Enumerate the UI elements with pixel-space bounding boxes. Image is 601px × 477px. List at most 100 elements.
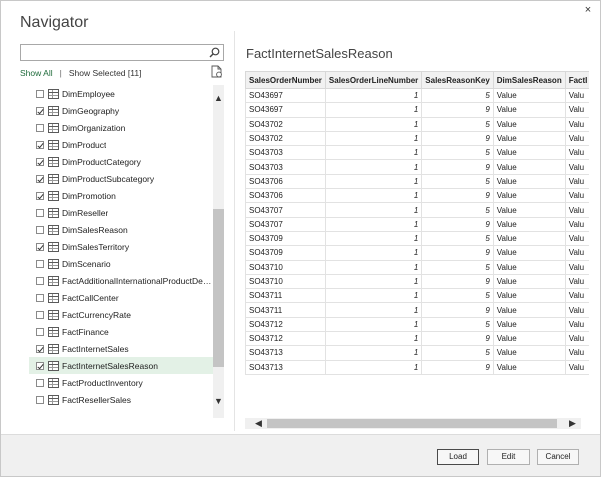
- scroll-up-icon[interactable]: ▲: [213, 93, 224, 104]
- close-icon[interactable]: ×: [581, 3, 595, 17]
- tree-item[interactable]: DimSalesTerritory: [29, 238, 213, 255]
- tree-item[interactable]: DimProduct: [29, 136, 213, 153]
- column-header[interactable]: FactI: [564, 71, 589, 89]
- tree-item-checkbox[interactable]: [36, 259, 44, 268]
- tree-item-label: FactProductInventory: [62, 377, 143, 388]
- tree-item[interactable]: FactResellerSales: [29, 391, 213, 408]
- tree-item[interactable]: FactInternetSalesReason: [29, 357, 213, 374]
- tree-item-checkbox[interactable]: [36, 140, 44, 149]
- tree-item-checkbox[interactable]: [36, 293, 44, 302]
- table-icon: [48, 190, 59, 201]
- table-cell: 1: [324, 102, 423, 118]
- table-cell: SO43710: [245, 259, 326, 275]
- tree-item-checkbox[interactable]: [36, 276, 44, 285]
- scroll-down-icon[interactable]: ▼: [213, 396, 224, 407]
- table-cell: 1: [324, 288, 423, 304]
- table-cell: Value: [492, 116, 566, 132]
- table-icon: [48, 275, 59, 286]
- tree-item[interactable]: DimGeography: [29, 102, 213, 119]
- tree-vertical-scrollbar[interactable]: ▲ ▼: [213, 85, 224, 418]
- show-selected-link[interactable]: Show Selected [11]: [69, 68, 142, 78]
- tree-item[interactable]: DimSalesReason: [29, 221, 213, 238]
- tree-item-checkbox[interactable]: [36, 225, 44, 234]
- table-cell: 9: [421, 159, 494, 175]
- table-cell: 1: [324, 216, 423, 232]
- tree-item-label: FactInternetSalesReason: [62, 360, 158, 371]
- edit-button[interactable]: Edit: [487, 449, 530, 465]
- table-cell: 5: [421, 259, 494, 275]
- tree-item-checkbox[interactable]: [36, 242, 44, 251]
- tree-item[interactable]: DimProductSubcategory: [29, 170, 213, 187]
- tree-item[interactable]: FactProductInventory: [29, 374, 213, 391]
- scrollbar-thumb[interactable]: [267, 419, 557, 428]
- table-row: SO43707 1 9 Value Valu: [245, 216, 589, 232]
- tree-item-checkbox[interactable]: [36, 157, 44, 166]
- tree-item[interactable]: FactAdditionalInternationalProductDescr.…: [29, 272, 213, 289]
- tree-item[interactable]: DimProductCategory: [29, 153, 213, 170]
- table-cell: 1: [324, 188, 423, 204]
- table-cell: SO43712: [245, 331, 326, 347]
- table-cell: Value: [492, 331, 566, 347]
- column-header[interactable]: DimSalesReason: [492, 71, 566, 89]
- table-row: SO43711 1 9 Value Valu: [245, 302, 589, 318]
- refresh-document-icon[interactable]: [211, 65, 223, 78]
- scrollbar-thumb[interactable]: [213, 209, 224, 367]
- table-cell: Valu: [564, 173, 589, 190]
- table-cell: 1: [324, 87, 423, 104]
- tree-item[interactable]: FactCurrencyRate: [29, 306, 213, 323]
- table-tree: DimEmployee DimGeography DimOrganization Di…: [29, 85, 213, 418]
- table-cell: Value: [492, 302, 566, 318]
- column-header[interactable]: SalesReasonKey: [421, 71, 494, 89]
- tree-item-checkbox[interactable]: [36, 123, 44, 132]
- preview-horizontal-scrollbar[interactable]: ◀ ▶: [245, 418, 581, 429]
- load-button[interactable]: Load: [437, 449, 479, 465]
- tree-item-checkbox[interactable]: [36, 361, 44, 370]
- table-icon: [48, 360, 59, 371]
- cancel-button[interactable]: Cancel: [537, 449, 579, 465]
- table-icon: [48, 207, 59, 218]
- table-cell: SO43697: [245, 102, 326, 118]
- tree-item-checkbox[interactable]: [36, 327, 44, 336]
- table-cell: Valu: [564, 188, 589, 204]
- tree-item[interactable]: FactFinance: [29, 323, 213, 340]
- tree-item-checkbox[interactable]: [36, 395, 44, 404]
- table-cell: 1: [324, 359, 423, 375]
- column-header[interactable]: SalesOrderLineNumber: [324, 71, 423, 89]
- tree-item-checkbox[interactable]: [36, 191, 44, 200]
- table-cell: Value: [492, 216, 566, 232]
- scroll-right-icon[interactable]: ▶: [567, 418, 578, 429]
- tree-item[interactable]: FactCallCenter: [29, 289, 213, 306]
- tree-item[interactable]: DimPromotion: [29, 187, 213, 204]
- tree-item-label: FactCallCenter: [62, 292, 119, 303]
- table-icon: [48, 292, 59, 303]
- tree-item-checkbox[interactable]: [36, 174, 44, 183]
- tree-item-label: DimReseller: [62, 207, 109, 218]
- scroll-left-icon[interactable]: ◀: [253, 418, 264, 429]
- table-cell: 9: [421, 188, 494, 204]
- tree-item[interactable]: DimOrganization: [29, 119, 213, 136]
- table-icon: [48, 377, 59, 388]
- tree-item-label: DimPromotion: [62, 190, 116, 201]
- table-cell: SO43707: [245, 202, 326, 218]
- table-cell: 1: [324, 331, 423, 347]
- tree-item-checkbox[interactable]: [36, 378, 44, 387]
- tree-item-checkbox[interactable]: [36, 106, 44, 115]
- tree-item[interactable]: FactInternetSales: [29, 340, 213, 357]
- tree-item-checkbox[interactable]: [36, 208, 44, 217]
- table-cell: SO43711: [245, 302, 326, 318]
- tree-item[interactable]: DimEmployee: [29, 85, 213, 102]
- search-icon[interactable]: [209, 47, 220, 58]
- tree-item-checkbox[interactable]: [36, 344, 44, 353]
- tree-item[interactable]: DimReseller: [29, 204, 213, 221]
- tree-item[interactable]: DimScenario: [29, 255, 213, 272]
- table-cell: Valu: [564, 245, 589, 261]
- table-cell: Value: [492, 188, 566, 204]
- search-input[interactable]: [21, 47, 201, 63]
- pane-divider[interactable]: [234, 31, 235, 431]
- table-row: SO43703 1 5 Value Valu: [245, 145, 589, 161]
- column-header[interactable]: SalesOrderNumber: [245, 71, 326, 89]
- table-cell: 1: [324, 159, 423, 175]
- tree-item-checkbox[interactable]: [36, 310, 44, 319]
- tree-item-checkbox[interactable]: [36, 89, 44, 98]
- show-all-link[interactable]: Show All: [20, 68, 53, 78]
